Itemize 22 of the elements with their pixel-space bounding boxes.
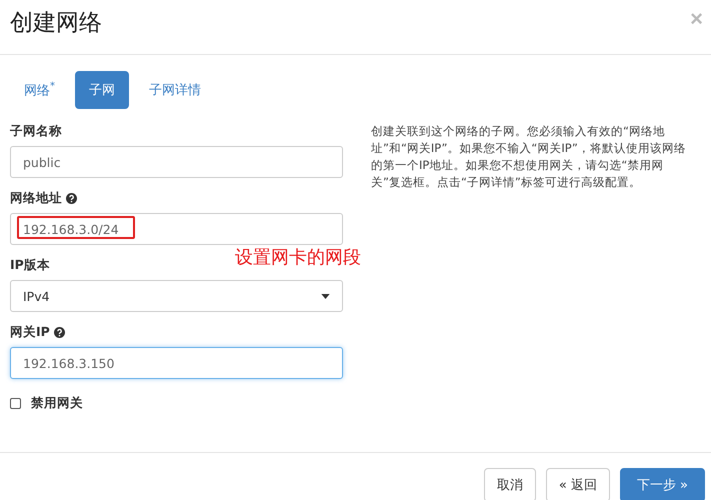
- help-icon[interactable]: [66, 193, 77, 204]
- field-label: IP版本: [10, 257, 50, 274]
- field-label: 网络地址: [10, 190, 62, 207]
- checkbox-label: 禁用网关: [31, 395, 83, 412]
- tab[interactable]: 子网: [75, 71, 129, 109]
- input-field[interactable]: 192.168.3.0/24: [10, 213, 343, 245]
- footer-button[interactable]: 取消: [484, 468, 536, 500]
- tab[interactable]: 子网详情: [135, 71, 215, 109]
- dialog-title: 创建网络: [10, 8, 102, 38]
- ip-version-select[interactable]: IPv4: [10, 280, 343, 312]
- checkbox[interactable]: [10, 398, 21, 409]
- input-field[interactable]: 192.168.3.150: [10, 347, 343, 379]
- field-label: 子网名称: [10, 123, 62, 140]
- help-text: 创建关联到这个网络的子网。您必须输入有效的“网络地址”和“网关IP”。如果您不输入“网关IP”，将默认使用该网络的第一个IP地址。如果您不想使用网关，请勾选“禁用网关”复选框。点击“子网详情”标签可进行高级配置。: [371, 123, 687, 191]
- tab[interactable]: 网络$^{*}$: [10, 71, 69, 109]
- annotation-text: 设置网卡的网段: [235, 246, 361, 269]
- input-field[interactable]: public: [10, 146, 343, 178]
- footer-button[interactable]: 下一步 »: [620, 468, 705, 500]
- help-icon[interactable]: [54, 327, 65, 338]
- field-label: 网关IP: [10, 324, 50, 341]
- caret-icon: [321, 294, 330, 298]
- footer-button[interactable]: « 返回: [546, 468, 610, 500]
